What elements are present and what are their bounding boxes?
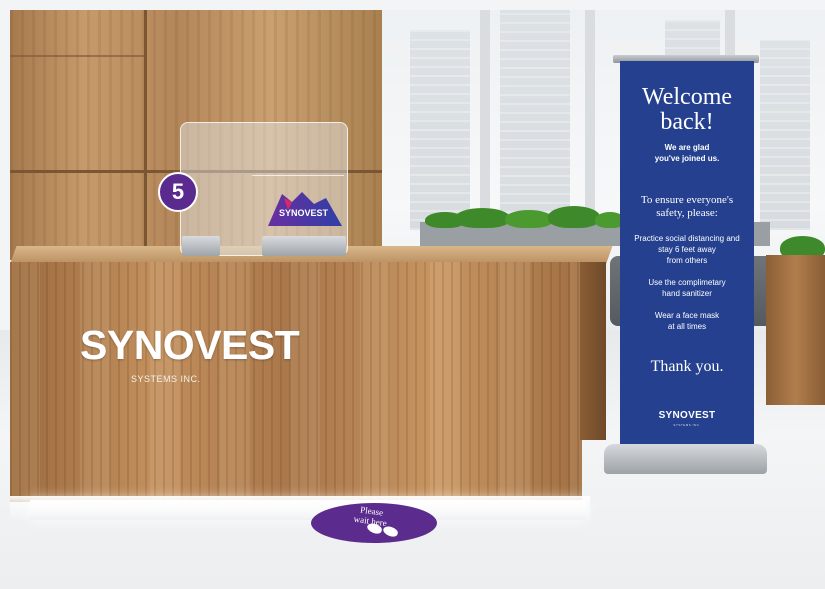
banner-stand-base — [604, 444, 767, 474]
wall-seam — [10, 55, 144, 57]
banner-item-line: Practice social distancing and — [634, 234, 740, 243]
desk-side-panel — [580, 262, 606, 440]
banner-closing: Thank you. — [650, 358, 724, 375]
banner-item-line: Use the complimetary — [648, 278, 726, 287]
sneeze-guard-foot — [262, 236, 346, 256]
banner-item-line: Wear a face mask — [654, 311, 720, 320]
welcome-banner: Welcome back! We are glad you've joined … — [620, 61, 754, 449]
banner-heading-line: safety, please: — [656, 207, 718, 219]
counter-number-badge: 5 — [158, 172, 198, 212]
banner-subtitle-line: you've joined us. — [654, 154, 720, 163]
sneeze-guard-logo-text: SYNOVEST — [279, 208, 329, 218]
banner-logo-tagline: SYSTEMS INC. — [673, 423, 701, 427]
plant-leaves — [548, 206, 600, 228]
reception-scene: SYNOVEST SYSTEMS INC. 5 SYNOVEST Please … — [0, 0, 825, 589]
desk-logo-text: SYNOVEST — [80, 322, 300, 368]
banner-title: Welcome back! — [620, 85, 754, 135]
skyscraper — [760, 40, 810, 230]
sneeze-guard-foot — [182, 236, 220, 256]
banner-item-distancing: Practice social distancing and stay 6 fe… — [620, 233, 754, 266]
banner-subtitle: We are glad you've joined us. — [620, 142, 754, 164]
banner-item-mask: Wear a face mask at all times — [620, 310, 754, 332]
banner-heading-line: To ensure everyone's — [640, 194, 734, 206]
wall-seam — [144, 10, 147, 260]
banner-item-line: stay 6 feet away — [658, 245, 716, 254]
banner-title-line: Welcome — [641, 84, 733, 110]
banner-item-line: from others — [666, 256, 708, 265]
banner-item-line: at all times — [667, 322, 707, 331]
banner-logo: SYNOVEST — [658, 410, 716, 421]
floor-light-glow — [10, 496, 590, 522]
wood-planter — [766, 255, 825, 405]
sneeze-guard-seam — [252, 175, 344, 176]
banner-item-sanitizer: Use the complimetary hand sanitizer — [620, 277, 754, 299]
plant-leaves — [505, 210, 553, 228]
desk-logo-tagline: SYSTEMS INC. — [131, 374, 201, 384]
skyscraper — [410, 30, 470, 230]
skyscraper — [500, 10, 570, 240]
reception-desk — [10, 262, 582, 502]
plant-leaves — [455, 208, 510, 228]
banner-title-line: back! — [660, 109, 714, 135]
banner-heading: To ensure everyone's safety, please: — [620, 194, 754, 220]
banner-item-line: hand sanitizer — [662, 289, 712, 298]
banner-subtitle-line: We are glad — [664, 143, 710, 152]
